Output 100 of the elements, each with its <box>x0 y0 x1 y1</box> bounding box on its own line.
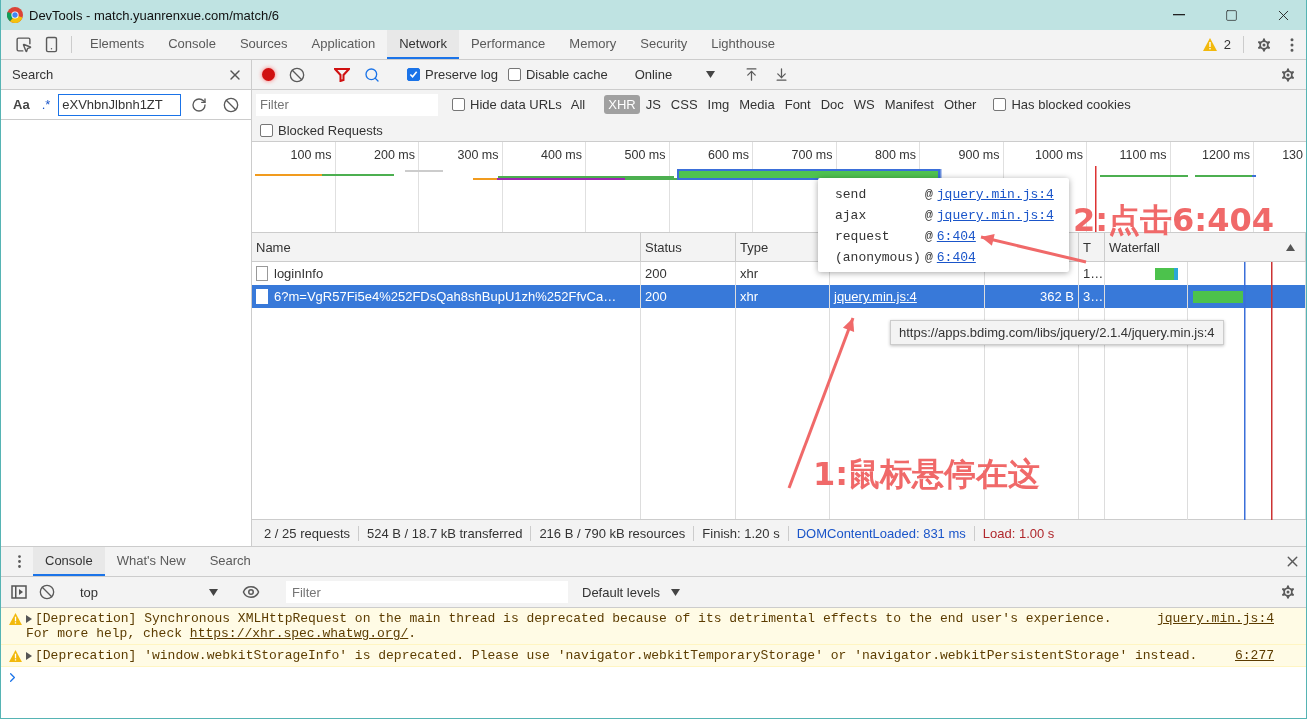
panel-tab[interactable]: Security <box>628 30 700 59</box>
minimize-icon <box>1173 14 1185 16</box>
panel-tab[interactable]: Memory <box>557 30 629 59</box>
source-link[interactable]: 6:404 <box>936 229 976 244</box>
column-header[interactable]: Name <box>256 239 291 255</box>
checkbox-label: Blocked Requests <box>278 123 383 138</box>
at-sign: @ <box>925 208 934 223</box>
drawer-tab[interactable]: What's New <box>104 547 198 576</box>
help-link[interactable]: https://xhr.spec.whatwg.org/ <box>189 626 409 641</box>
status-item: DOMContentLoaded: 831 ms <box>788 525 975 541</box>
panel-tab[interactable]: Network <box>387 30 459 59</box>
panel-tab[interactable]: Sources <box>227 30 300 59</box>
type-filter[interactable]: Font <box>780 95 815 114</box>
file-icon <box>256 266 268 281</box>
match-case-toggle[interactable]: Aa <box>9 97 34 112</box>
request-type: xhr <box>740 266 759 281</box>
function-name: request <box>835 229 891 244</box>
column-header[interactable]: Status <box>645 239 682 255</box>
time-tick: 200 ms <box>374 147 416 162</box>
status-item: 2 / 25 requests <box>256 525 359 541</box>
panel-tab[interactable]: Application <box>299 30 388 59</box>
type-filter[interactable]: Other <box>939 95 981 114</box>
type-filter[interactable]: All <box>566 95 590 114</box>
request-size: 362 B <box>1040 289 1074 304</box>
panel-tab[interactable]: Performance <box>458 30 558 59</box>
regex-toggle[interactable]: .* <box>37 97 55 112</box>
file-icon <box>256 289 268 304</box>
function-name: send <box>835 187 868 202</box>
time-tick: 130 <box>1282 147 1304 162</box>
at-sign: @ <box>925 250 934 265</box>
warning-icon <box>9 650 22 662</box>
request-row[interactable]: 6?m=VgR57Fi5e4%252FDsQah8shBupU1zh%252FfvCa… 200 xhr jquery.min.js:4 362 B 3… <box>252 285 1306 308</box>
checkbox-label: Hide data URLs <box>470 97 562 112</box>
status-item: 524 B / 18.7 kB transferred <box>359 525 532 541</box>
type-filter[interactable]: JS <box>641 95 665 114</box>
sort-icon[interactable] <box>1286 243 1295 251</box>
type-filter[interactable]: Doc <box>816 95 848 114</box>
search-panel-title: Search <box>12 67 54 82</box>
type-filter[interactable]: CSS <box>666 95 702 114</box>
column-header[interactable]: T <box>1083 239 1091 255</box>
type-filter[interactable]: WS <box>849 95 879 114</box>
time-tick: 1000 ms <box>1035 147 1084 162</box>
source-link[interactable]: jquery.min.js:4 <box>936 187 1054 202</box>
checkbox[interactable] <box>993 98 1007 111</box>
type-filter[interactable]: Img <box>703 95 734 114</box>
request-name: 6?m=VgR57Fi5e4%252FDsQah8shBupU1zh%252FfvCa… <box>274 289 617 304</box>
caret-icon <box>209 588 218 596</box>
console-message: [Deprecation] Synchronous XMLHttpRequest on the main thread is deprecated because of its detrimental effects to the end user's experience. <box>35 611 1112 626</box>
checkbox[interactable] <box>452 98 465 111</box>
type-filter[interactable]: Manifest <box>880 95 938 114</box>
filter-field[interactable]: Filter <box>286 581 568 603</box>
checkbox-label: Has blocked cookies <box>1011 97 1131 112</box>
source-link[interactable]: 6:277 <box>1235 648 1298 663</box>
column-header[interactable]: Waterfall <box>1109 239 1160 255</box>
checkbox-label: Disable cache <box>526 67 608 82</box>
panel-tab[interactable]: Console <box>156 30 228 59</box>
request-type: xhr <box>740 289 759 304</box>
panel-tab[interactable]: Lighthouse <box>699 30 787 59</box>
console-message: [Deprecation] 'window.webkitStorageInfo' is deprecated. Please use 'navigator.webkitTemporaryStorage' or 'navigator.webkitPersistentStorage' instead. <box>35 648 1198 663</box>
checkbox[interactable] <box>260 124 273 137</box>
drawer-tab[interactable]: Console <box>33 547 105 576</box>
expand-icon[interactable] <box>26 615 32 623</box>
filter-field[interactable]: Filter <box>256 93 438 116</box>
throttling-select[interactable]: Online <box>628 67 721 82</box>
time-tick: 1100 ms <box>1119 147 1168 162</box>
checkbox[interactable] <box>407 68 420 81</box>
time-tick: 600 ms <box>708 147 750 162</box>
record-button[interactable] <box>262 68 275 81</box>
status-item: Load: 1.00 s <box>981 525 1056 541</box>
search-field[interactable]: eXVhbnJlbnh1ZT <box>58 93 182 116</box>
time-tick: 100 ms <box>290 147 333 162</box>
levels-select[interactable]: Default levels <box>576 584 686 600</box>
help-text: For more help, check https://xhr.spec.whatwg.org/. <box>26 626 417 641</box>
status-code: 200 <box>645 266 667 281</box>
source-link[interactable]: 6:404 <box>936 250 976 265</box>
type-filter[interactable]: Media <box>735 95 779 114</box>
window-title: DevTools - match.yuanrenxue.com/match/6 <box>29 7 280 23</box>
function-name: ajax <box>835 208 868 223</box>
drawer-tab[interactable]: Search <box>197 547 263 576</box>
panel-tab[interactable]: Elements <box>78 30 157 59</box>
waterfall-bar <box>1155 267 1178 280</box>
time-tick: 1200 ms <box>1202 147 1251 162</box>
browser-logo-icon <box>7 7 23 23</box>
time-tick: 400 ms <box>541 147 583 162</box>
checkbox[interactable] <box>508 68 521 81</box>
status-code: 200 <box>645 289 667 304</box>
at-sign: @ <box>925 187 934 202</box>
initiator-link[interactable]: jquery.min.js:4 <box>834 289 917 304</box>
request-name: loginInfo <box>274 266 324 281</box>
column-header[interactable]: Type <box>740 239 769 255</box>
expand-icon[interactable] <box>26 652 32 660</box>
time-tick: 300 ms <box>457 147 500 162</box>
time-tick: 800 ms <box>875 147 917 162</box>
context-select[interactable]: top <box>74 584 224 600</box>
source-link[interactable]: jquery.min.js:4 <box>936 208 1054 223</box>
waterfall-bar <box>1193 290 1243 303</box>
source-link[interactable]: jquery.min.js:4 <box>1156 611 1298 641</box>
warning-count: 2 <box>1223 36 1232 54</box>
warning-icon <box>9 613 22 625</box>
url-tooltip: https://apps.bdimg.com/libs/jquery/2.1.4/jquery.min.js:4 <box>890 320 1224 345</box>
